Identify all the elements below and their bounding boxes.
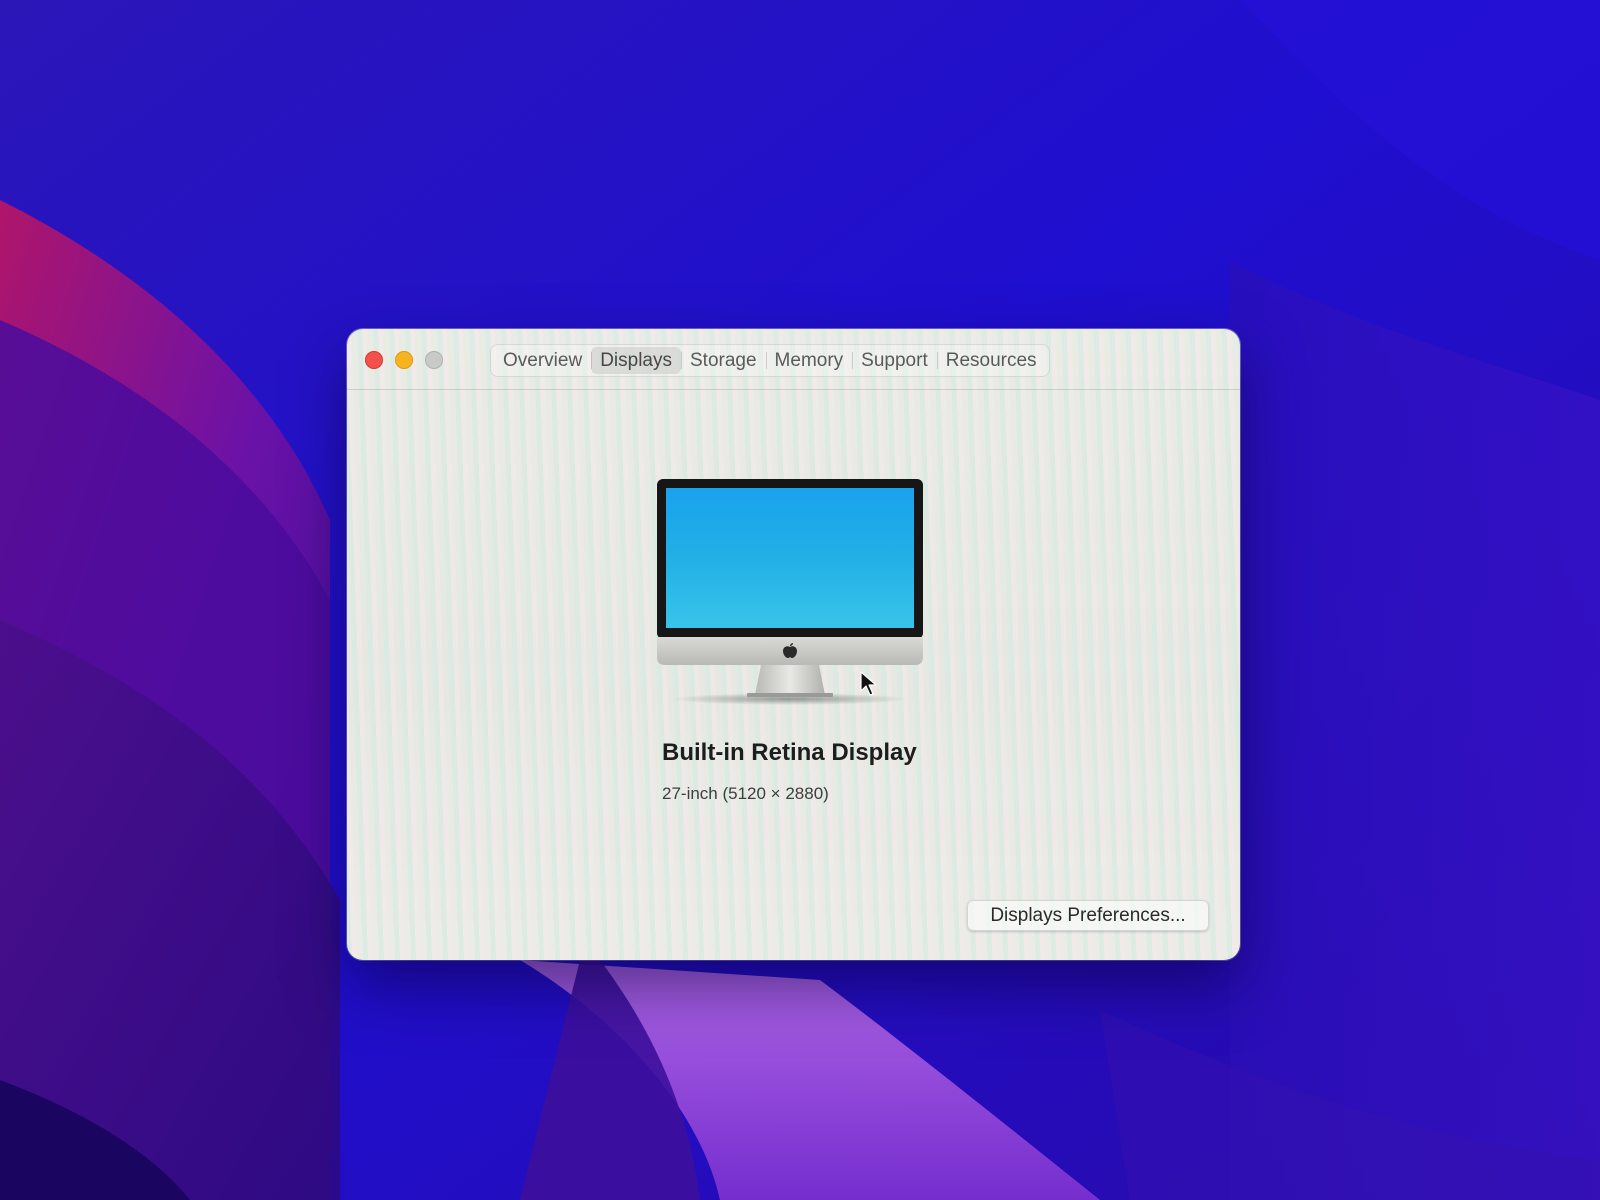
tab-memory[interactable]: Memory xyxy=(765,347,853,374)
about-this-mac-window: Overview Displays Storage Memory Support… xyxy=(347,329,1240,960)
minimize-button[interactable] xyxy=(395,351,413,369)
display-spec: 27-inch (5120 × 2880) xyxy=(662,784,829,803)
tab-overview[interactable]: Overview xyxy=(494,347,591,374)
zoom-button[interactable] xyxy=(425,351,443,369)
display-name: Built-in Retina Display xyxy=(662,739,917,766)
close-button[interactable] xyxy=(365,351,383,369)
tab-bar: Overview Displays Storage Memory Support… xyxy=(490,344,1050,377)
tab-storage[interactable]: Storage xyxy=(681,347,766,374)
tab-support[interactable]: Support xyxy=(852,347,937,374)
tab-displays[interactable]: Displays xyxy=(591,347,681,374)
displays-preferences-button[interactable]: Displays Preferences... xyxy=(967,900,1209,931)
mouse-pointer-icon xyxy=(860,671,877,696)
tab-resources[interactable]: Resources xyxy=(936,347,1046,374)
window-titlebar[interactable]: Overview Displays Storage Memory Support… xyxy=(347,329,1240,390)
imac-icon xyxy=(657,479,923,705)
